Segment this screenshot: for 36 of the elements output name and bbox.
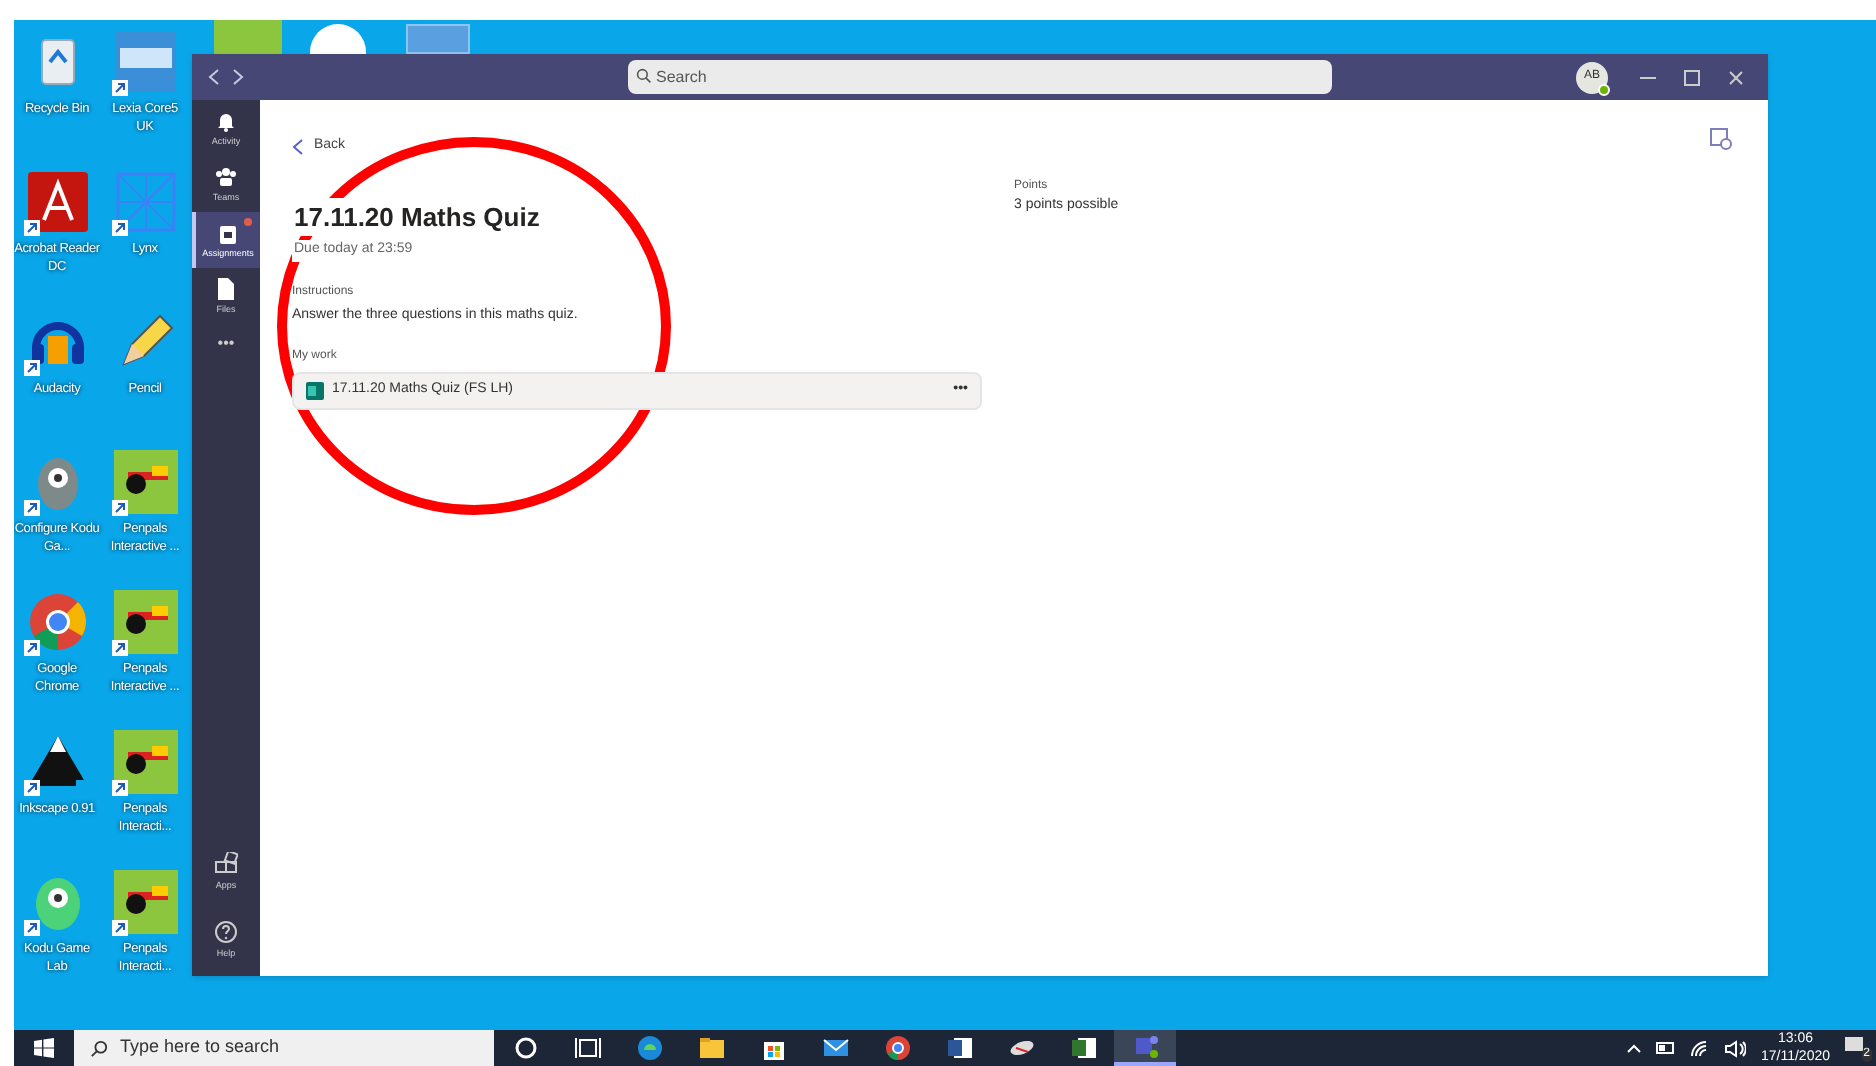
- maximize-icon[interactable]: [1684, 69, 1700, 85]
- people-icon: [214, 163, 238, 188]
- envelope-icon: [821, 1034, 849, 1062]
- chat-app-icon: [1131, 1032, 1159, 1060]
- browser-icon: [635, 1034, 663, 1062]
- browser-icon: [883, 1034, 911, 1062]
- app-icon: [111, 168, 179, 236]
- forms-file-icon: [306, 382, 324, 400]
- folder-icon: [697, 1034, 725, 1062]
- task-view-icon: [573, 1034, 601, 1062]
- app-icon: [23, 168, 91, 236]
- windows-logo-icon: [34, 1038, 54, 1058]
- search-field[interactable]: Search: [628, 60, 1332, 94]
- app-icon: [111, 28, 179, 96]
- app-icon: [111, 868, 179, 936]
- taskbar-search-field[interactable]: Type here to search: [74, 1030, 494, 1066]
- app-icon[interactable]: [310, 24, 366, 54]
- chevron-left-icon: [292, 137, 304, 156]
- app-icon: [111, 728, 179, 796]
- chevron-up-icon[interactable]: [1626, 1042, 1643, 1054]
- close-icon[interactable]: [1728, 69, 1744, 85]
- help-icon: [214, 919, 238, 944]
- apps-icon: [214, 851, 238, 876]
- document-icon: [1069, 1034, 1097, 1062]
- assignment-title: 17.11.20 Maths Quiz: [292, 197, 540, 236]
- file-icon: [214, 275, 238, 300]
- battery-icon[interactable]: [1656, 1042, 1677, 1054]
- more-apps-button[interactable]: •••: [192, 324, 260, 364]
- search-icon: [90, 1040, 108, 1058]
- search-icon: [636, 68, 652, 84]
- wifi-icon[interactable]: [1690, 1039, 1711, 1057]
- speaker-icon[interactable]: [1724, 1039, 1747, 1057]
- circle-icon: [511, 1034, 539, 1062]
- app-icon: [111, 588, 179, 656]
- app-icon: [111, 448, 179, 516]
- document-icon: [945, 1034, 973, 1062]
